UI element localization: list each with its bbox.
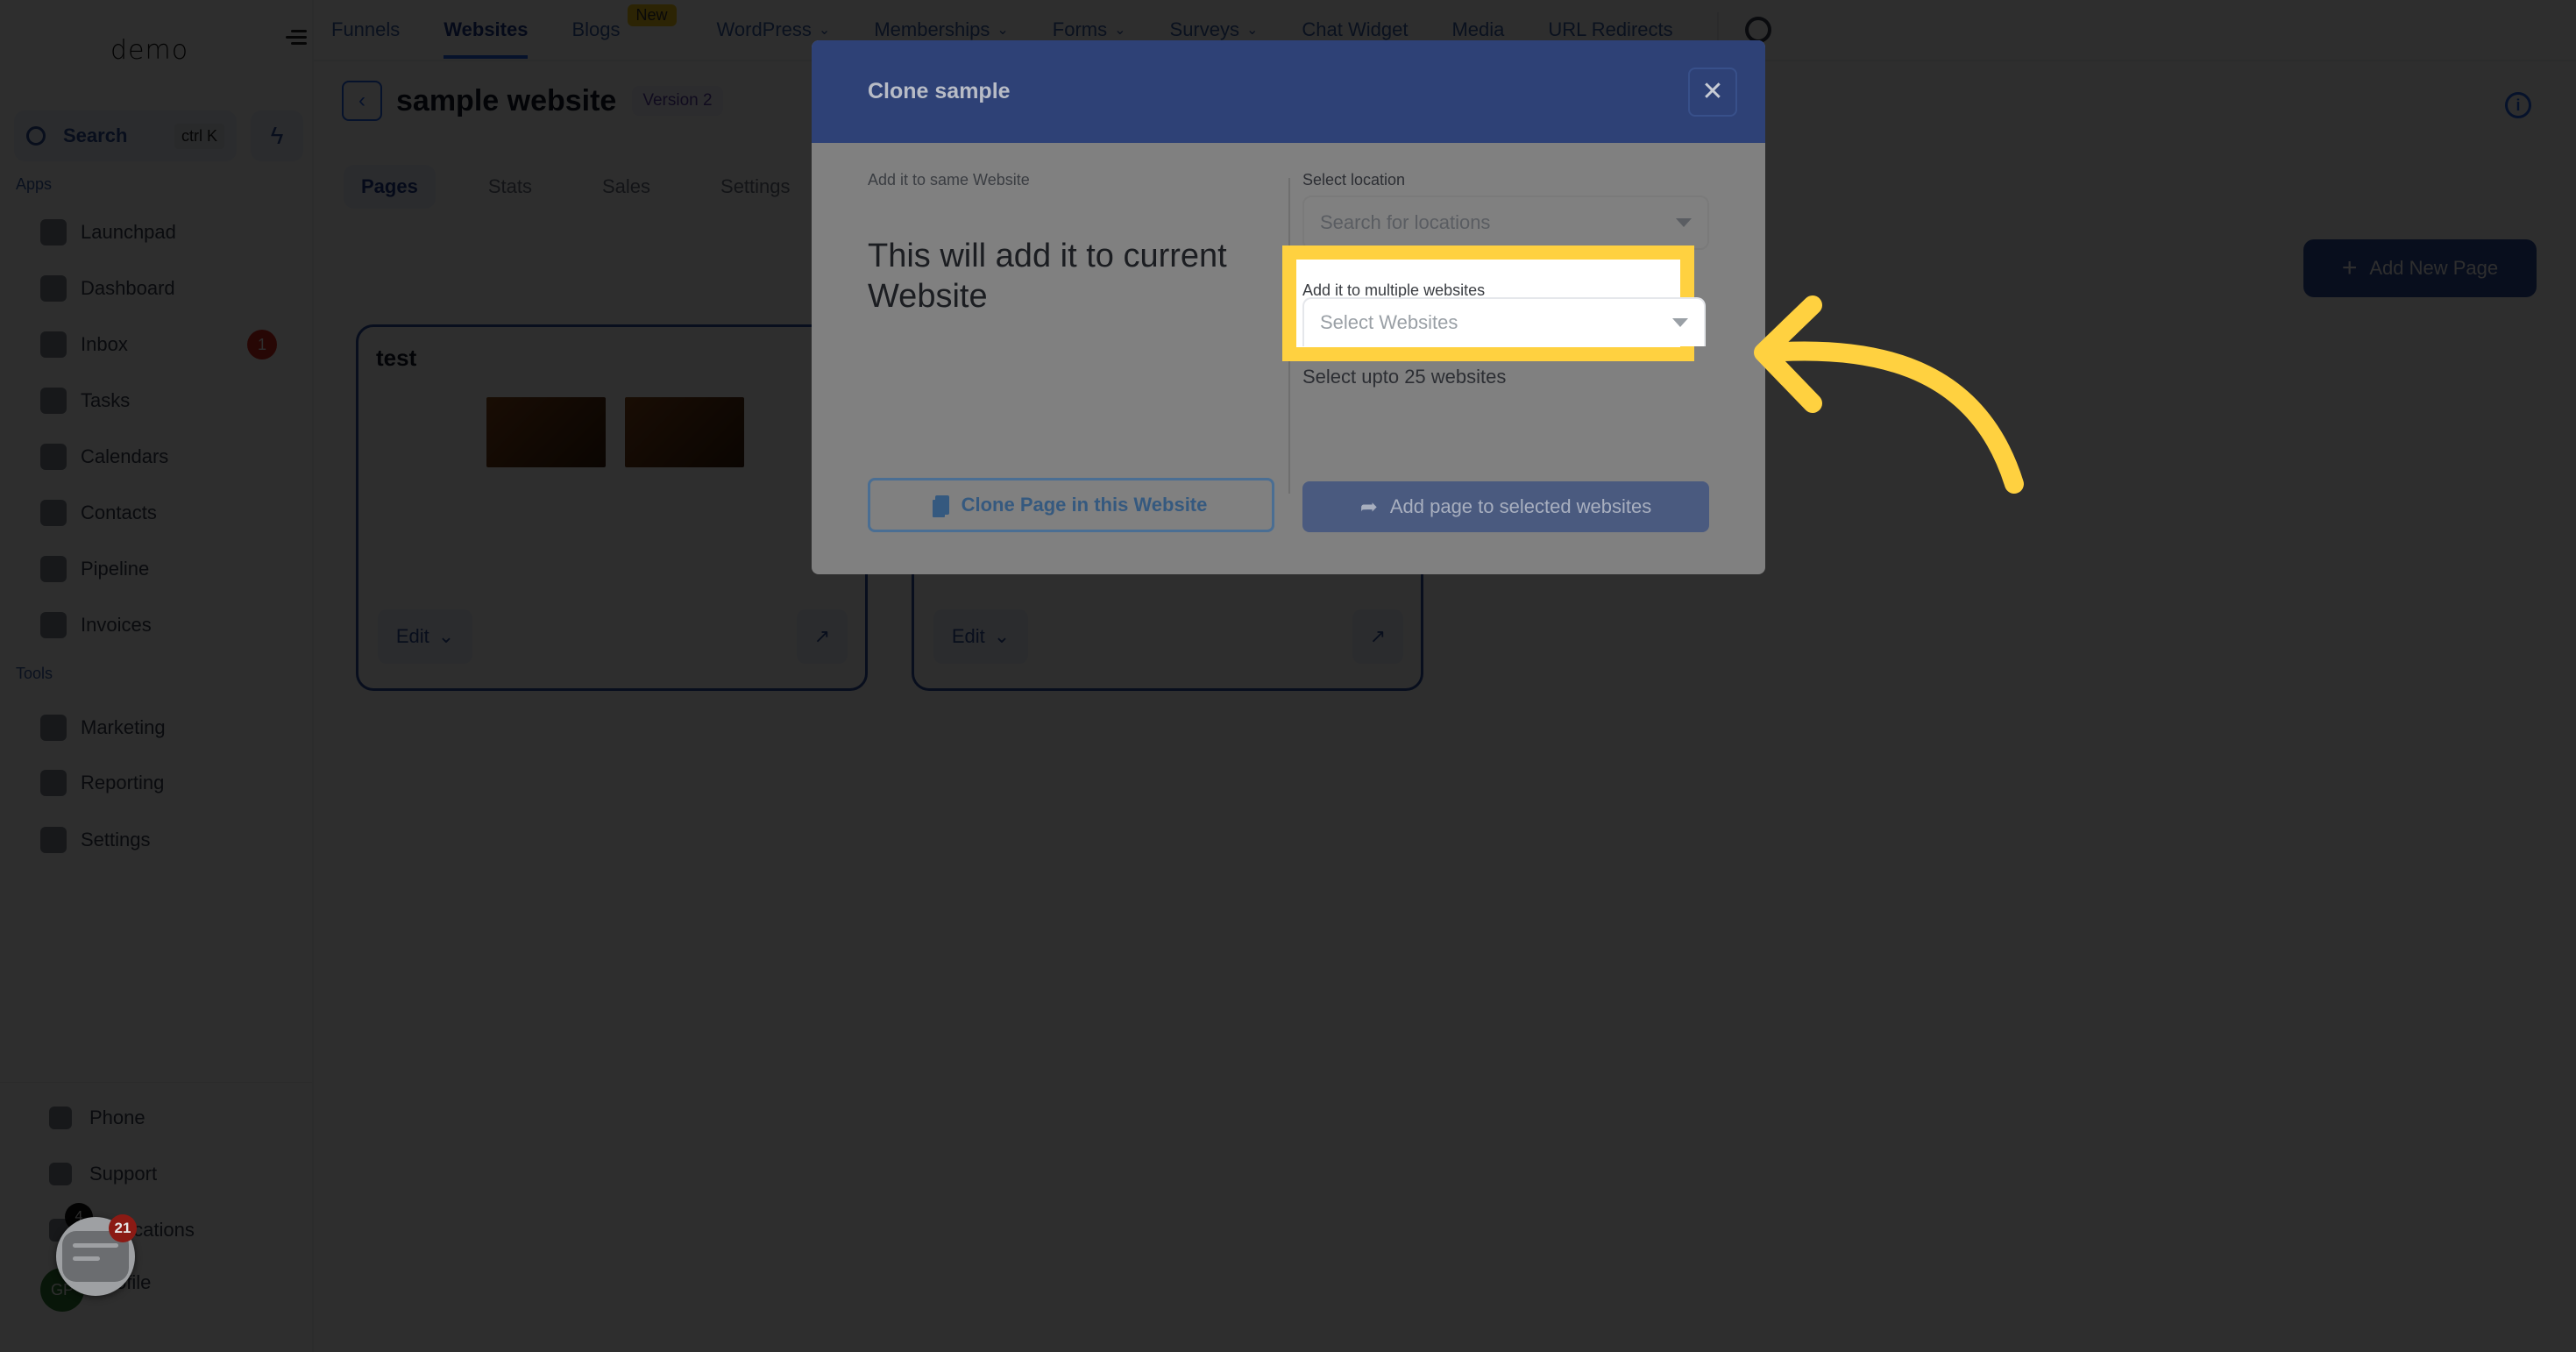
clone-page-button[interactable]: Clone Page in this Website (868, 478, 1274, 532)
annotation-arrow-icon (1754, 295, 2024, 494)
modal-body: Add it to same Website This will add it … (812, 143, 1765, 574)
close-icon: ✕ (1701, 77, 1724, 106)
location-label: Select location (1302, 171, 1406, 189)
close-button[interactable]: ✕ (1688, 67, 1737, 117)
same-website-description: This will add it to current Website (868, 238, 1227, 315)
chat-unread-badge: 21 (109, 1214, 137, 1242)
share-arrow-icon: ➦ (1359, 495, 1378, 519)
copy-icon (934, 495, 949, 515)
same-website-label: Add it to same Website (868, 171, 1030, 189)
caret-down-icon (1672, 318, 1688, 327)
caret-down-icon (1676, 218, 1692, 227)
websites-select[interactable]: Select Websites (1302, 297, 1706, 346)
clone-modal: Clone sample ✕ Add it to same Website Th… (812, 40, 1765, 574)
add-to-selected-websites-button[interactable]: ➦ Add page to selected websites (1302, 481, 1709, 532)
modal-title: Clone sample (868, 79, 1011, 103)
location-select[interactable]: Search for locations (1302, 196, 1709, 250)
websites-hint: Select upto 25 websites (1302, 366, 1507, 388)
modal-header: Clone sample ✕ (812, 40, 1765, 143)
